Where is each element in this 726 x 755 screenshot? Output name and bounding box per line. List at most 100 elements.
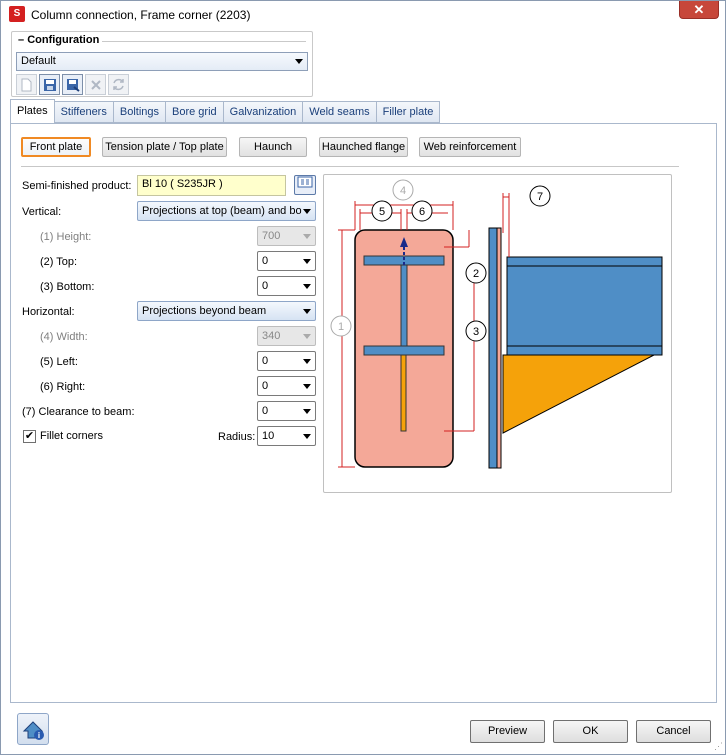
top-label: (2) Top: bbox=[40, 256, 78, 268]
group-divider bbox=[102, 41, 306, 42]
width-label: (4) Width: bbox=[40, 331, 88, 343]
chevron-down-icon bbox=[303, 384, 311, 389]
vertical-value: Projections at top (beam) and bo bbox=[142, 205, 302, 217]
svg-text:4: 4 bbox=[400, 185, 406, 197]
height-field[interactable]: 700 bbox=[257, 226, 316, 246]
close-button[interactable]: ✕ bbox=[679, 1, 719, 19]
radius-field[interactable]: 10 bbox=[257, 426, 316, 446]
svg-text:2: 2 bbox=[473, 268, 479, 280]
height-value: 700 bbox=[262, 230, 281, 242]
save-icon[interactable] bbox=[39, 74, 60, 95]
top-field[interactable]: 0 bbox=[257, 251, 316, 271]
semi-finished-value: Bl 10 ( S235JR ) bbox=[142, 178, 223, 190]
beam-web bbox=[506, 265, 663, 347]
top-value: 0 bbox=[262, 255, 269, 267]
title-bar: S Column connection, Frame corner (2203)… bbox=[1, 1, 725, 27]
chevron-down-icon bbox=[303, 359, 311, 364]
column-bottom-flange bbox=[363, 345, 445, 356]
info-icon[interactable]: i bbox=[17, 713, 49, 745]
window-title: Column connection, Frame corner (2203) bbox=[31, 8, 251, 22]
bottom-label: (3) Bottom: bbox=[40, 281, 95, 293]
clearance-label: (7) Clearance to beam: bbox=[22, 406, 135, 418]
vertical-label: Vertical: bbox=[22, 206, 62, 218]
left-value: 0 bbox=[262, 355, 269, 367]
tab-strip: Plates Stiffeners Boltings Bore grid Gal… bbox=[10, 99, 441, 123]
svg-text:6: 6 bbox=[419, 206, 425, 218]
right-value: 0 bbox=[262, 380, 269, 392]
horizontal-value: Projections beyond beam bbox=[142, 305, 267, 317]
divider bbox=[21, 166, 679, 167]
dialog-window: S Column connection, Frame corner (2203)… bbox=[0, 0, 726, 755]
bottom-value: 0 bbox=[262, 280, 269, 292]
radius-value: 10 bbox=[262, 430, 275, 442]
semi-finished-field[interactable]: Bl 10 ( S235JR ) bbox=[137, 175, 286, 196]
chevron-down-icon bbox=[303, 284, 311, 289]
front-plate-diagram: 1 2 3 4 5 6 7 bbox=[323, 174, 672, 493]
cancel-button[interactable]: Cancel bbox=[636, 720, 711, 743]
plates-panel: Front plate Tension plate / Top plate Ha… bbox=[10, 123, 717, 703]
tab-bore-grid[interactable]: Bore grid bbox=[166, 101, 224, 123]
subtab-tension-plate[interactable]: Tension plate / Top plate bbox=[102, 137, 227, 157]
app-icon: S bbox=[9, 6, 25, 22]
tab-filler-plate[interactable]: Filler plate bbox=[376, 101, 441, 123]
clearance-value: 0 bbox=[262, 405, 269, 417]
chevron-down-icon bbox=[303, 309, 311, 314]
configuration-toolbar bbox=[16, 74, 129, 95]
svg-text:i: i bbox=[38, 731, 40, 740]
horizontal-select[interactable]: Projections beyond beam bbox=[137, 301, 316, 321]
tab-plates[interactable]: Plates bbox=[10, 99, 55, 123]
column-flange-side bbox=[488, 227, 498, 469]
chevron-down-icon bbox=[303, 209, 311, 214]
fillet-corners-checkbox[interactable]: ✔ bbox=[23, 430, 36, 443]
configuration-select[interactable]: Default bbox=[16, 52, 308, 71]
width-value: 340 bbox=[262, 330, 281, 342]
svg-text:5: 5 bbox=[379, 206, 385, 218]
resize-grip-icon[interactable]: ⋰ bbox=[714, 741, 723, 752]
column-web bbox=[400, 264, 408, 347]
left-label: (5) Left: bbox=[40, 356, 78, 368]
configuration-group: – Configuration Default bbox=[11, 31, 313, 97]
refresh-icon[interactable] bbox=[108, 74, 129, 95]
chevron-down-icon bbox=[303, 259, 311, 264]
diagram-svg: 1 2 3 4 5 6 7 bbox=[330, 179, 663, 469]
subtab-front-plate[interactable]: Front plate bbox=[21, 137, 91, 157]
height-label: (1) Height: bbox=[40, 231, 92, 243]
beam-top-flange bbox=[506, 256, 663, 267]
front-plate-side bbox=[496, 227, 502, 469]
ok-button[interactable]: OK bbox=[553, 720, 628, 743]
catalog-picker-button[interactable] bbox=[294, 175, 316, 195]
save-as-icon[interactable] bbox=[62, 74, 83, 95]
right-field[interactable]: 0 bbox=[257, 376, 316, 396]
delete-icon[interactable] bbox=[85, 74, 106, 95]
width-field[interactable]: 340 bbox=[257, 326, 316, 346]
chevron-down-icon bbox=[303, 334, 311, 339]
horizontal-label: Horizontal: bbox=[22, 306, 75, 318]
fillet-corners-label: Fillet corners bbox=[40, 430, 103, 442]
svg-text:1: 1 bbox=[338, 321, 344, 333]
new-icon[interactable] bbox=[16, 74, 37, 95]
bottom-field[interactable]: 0 bbox=[257, 276, 316, 296]
beam-bottom-flange bbox=[506, 345, 663, 356]
clearance-field[interactable]: 0 bbox=[257, 401, 316, 421]
preview-button[interactable]: Preview bbox=[470, 720, 545, 743]
left-field[interactable]: 0 bbox=[257, 351, 316, 371]
chevron-down-icon bbox=[295, 59, 303, 64]
vertical-select[interactable]: Projections at top (beam) and bo bbox=[137, 201, 316, 221]
chevron-down-icon bbox=[303, 234, 311, 239]
weld-stiffener bbox=[400, 354, 407, 432]
subtab-haunched-flange[interactable]: Haunched flange bbox=[319, 137, 408, 157]
radius-label: Radius: bbox=[218, 431, 256, 443]
tab-weld-seams[interactable]: Weld seams bbox=[303, 101, 377, 123]
right-label: (6) Right: bbox=[40, 381, 86, 393]
subtab-haunch[interactable]: Haunch bbox=[239, 137, 307, 157]
tab-boltings[interactable]: Boltings bbox=[113, 101, 166, 123]
configuration-selected-value: Default bbox=[21, 55, 56, 67]
semi-finished-label: Semi-finished product: bbox=[22, 180, 132, 192]
chevron-down-icon bbox=[303, 434, 311, 439]
svg-text:7: 7 bbox=[537, 191, 543, 203]
tab-stiffeners[interactable]: Stiffeners bbox=[54, 101, 114, 123]
haunch-shape bbox=[502, 354, 655, 434]
tab-galvanization[interactable]: Galvanization bbox=[223, 101, 304, 123]
subtab-web-reinforcement[interactable]: Web reinforcement bbox=[419, 137, 521, 157]
configuration-title: – Configuration bbox=[15, 34, 103, 46]
